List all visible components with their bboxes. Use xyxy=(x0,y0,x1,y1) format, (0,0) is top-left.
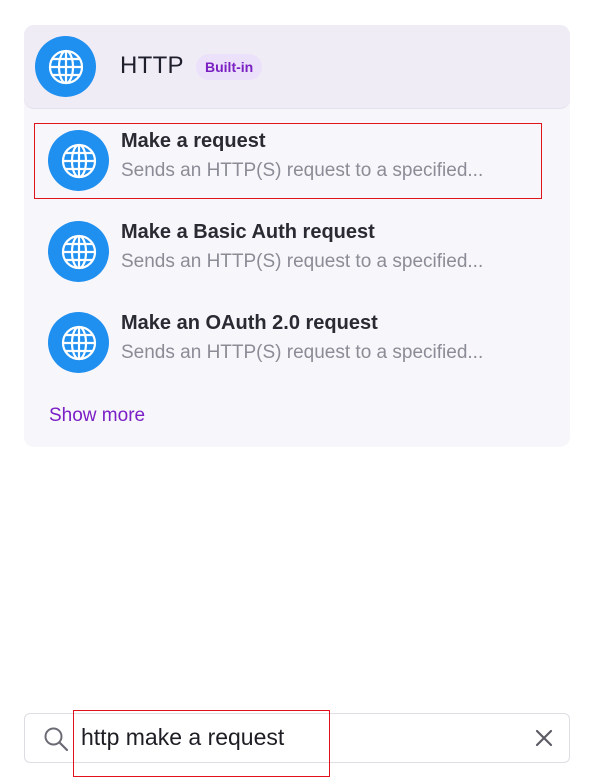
module-description: Sends an HTTP(S) request to a specified.… xyxy=(121,160,484,181)
app-header-http[interactable]: HTTP Built-in xyxy=(24,25,570,108)
module-title: Make a Basic Auth request xyxy=(121,221,375,243)
module-make-a-request[interactable]: Make a request Sends an HTTP(S) request … xyxy=(24,121,570,211)
globe-icon xyxy=(35,36,96,97)
module-description: Sends an HTTP(S) request to a specified.… xyxy=(121,342,484,363)
globe-icon xyxy=(48,130,109,191)
globe-icon xyxy=(48,312,109,373)
module-description: Sends an HTTP(S) request to a specified.… xyxy=(121,251,484,272)
app-name: HTTP xyxy=(120,52,184,79)
search-results-panel: HTTP Built-in Make a request Sends an HT… xyxy=(24,25,570,447)
globe-icon xyxy=(48,221,109,282)
module-make-a-basic-auth-request[interactable]: Make a Basic Auth request Sends an HTTP(… xyxy=(24,212,570,302)
module-title: Make a request xyxy=(121,130,266,152)
module-title: Make an OAuth 2.0 request xyxy=(121,312,378,334)
built-in-badge: Built-in xyxy=(196,54,263,80)
search-input[interactable]: http make a request xyxy=(81,724,284,751)
show-more-link[interactable]: Show more xyxy=(49,405,145,427)
search-icon xyxy=(43,726,69,757)
search-bar[interactable]: http make a request xyxy=(24,713,570,763)
module-make-an-oauth-request[interactable]: Make an OAuth 2.0 request Sends an HTTP(… xyxy=(24,303,570,393)
close-icon[interactable] xyxy=(533,727,555,749)
